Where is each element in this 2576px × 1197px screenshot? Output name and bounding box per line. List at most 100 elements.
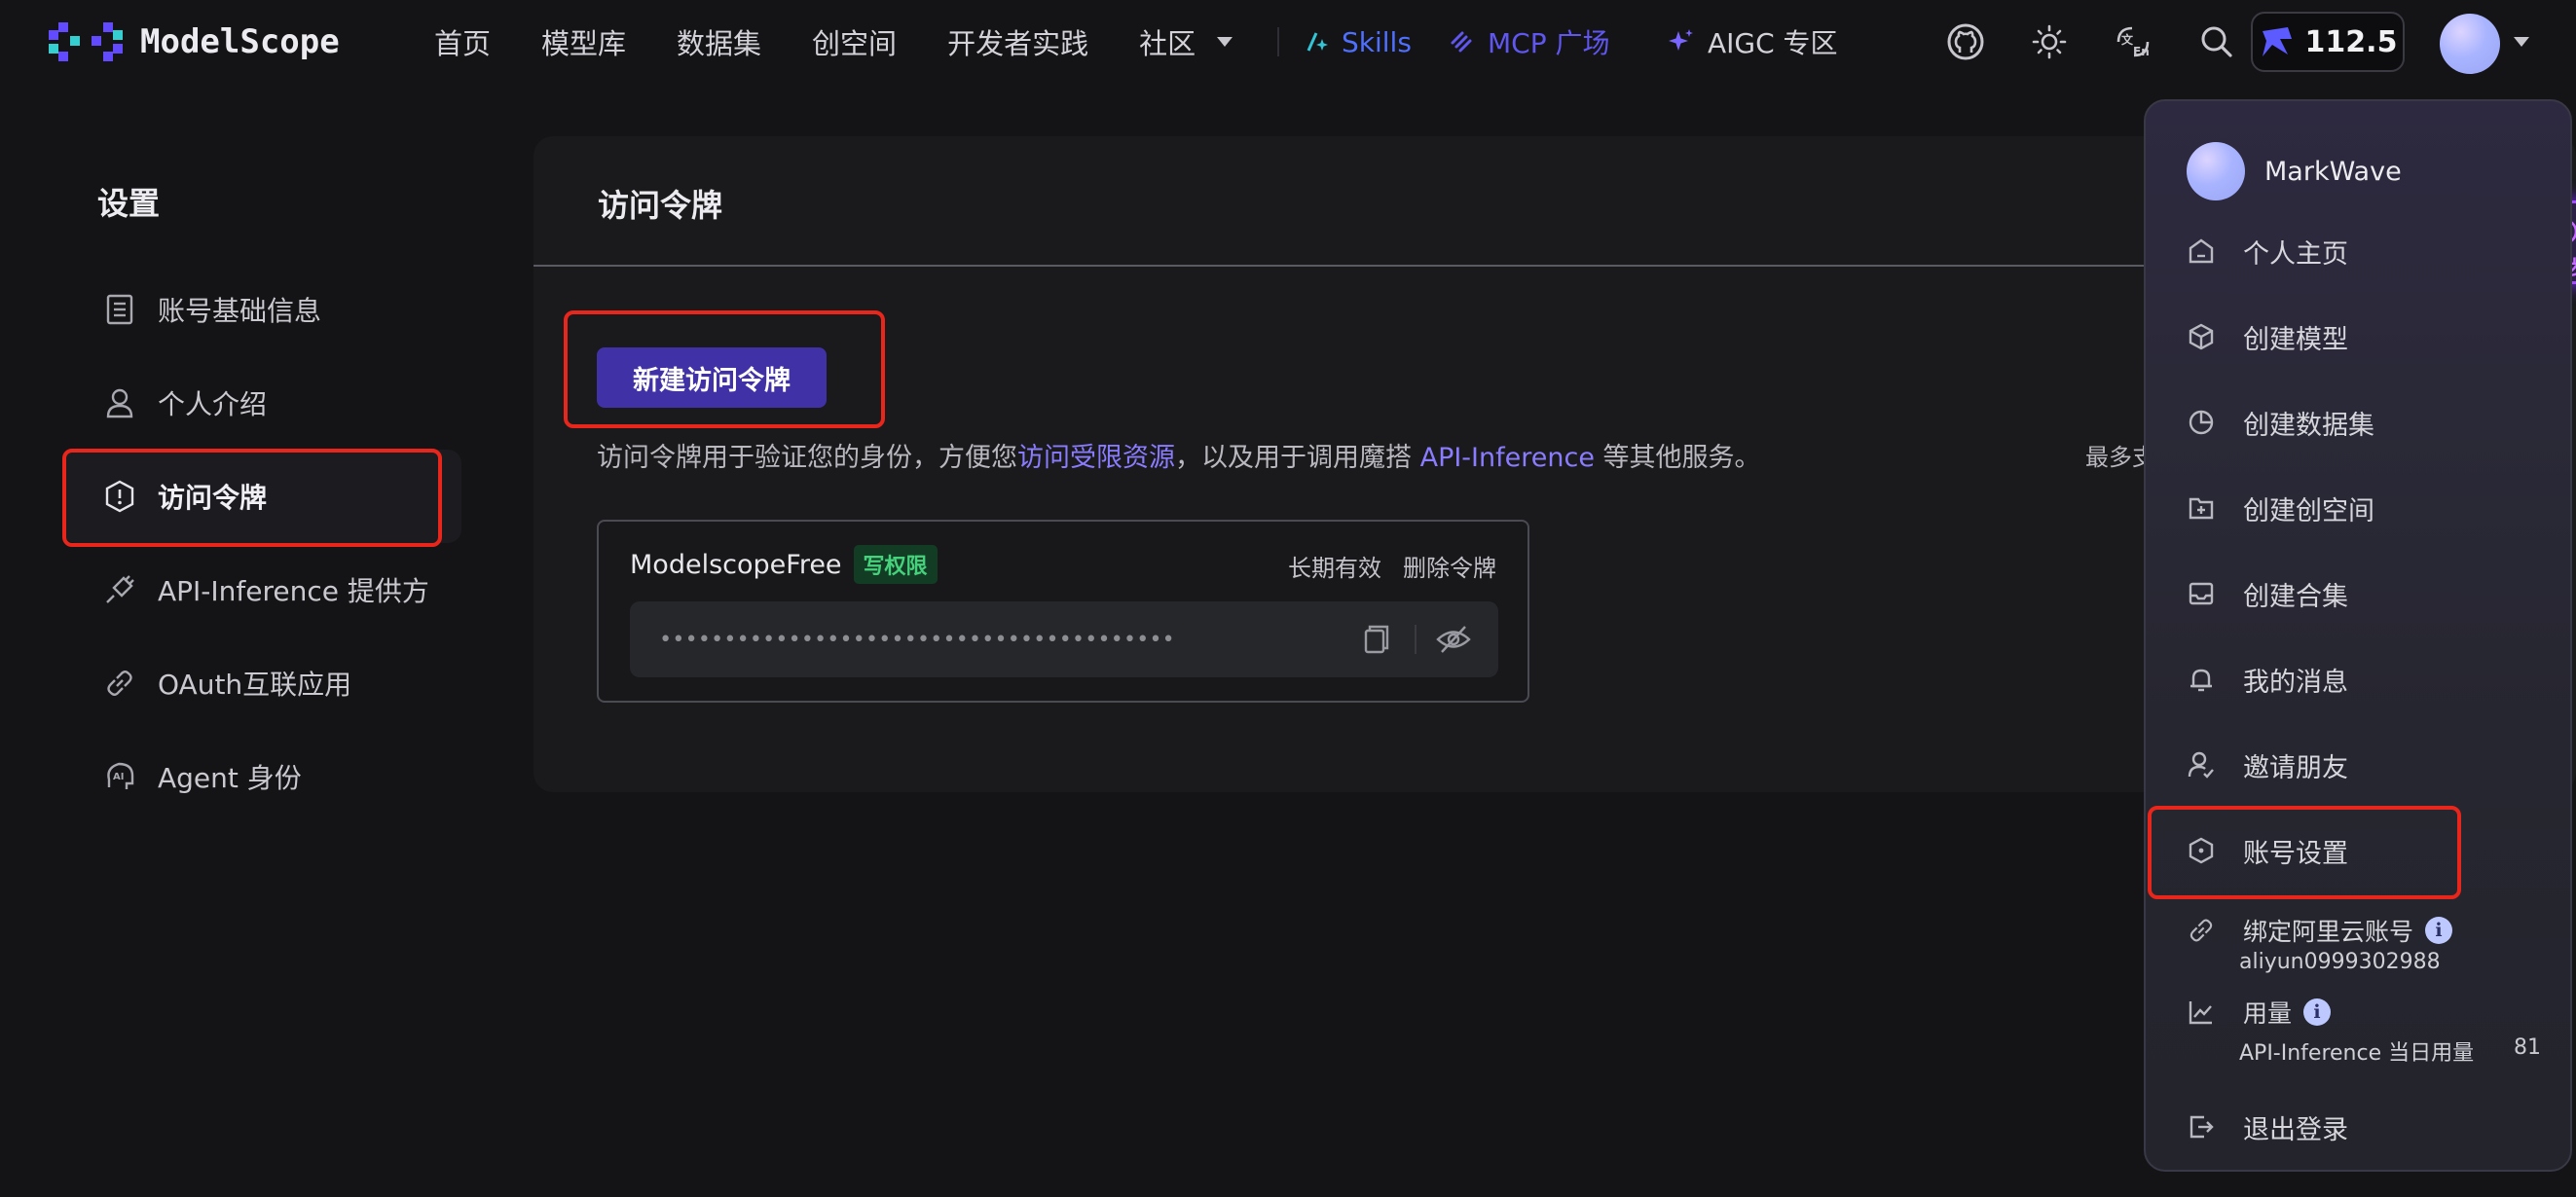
copy-icon[interactable]	[1356, 621, 1393, 658]
nav-skills-label: Skills	[1342, 25, 1412, 58]
nav-models[interactable]: 模型库	[541, 21, 626, 62]
nav-aigc[interactable]: AIGC 专区	[1667, 0, 1838, 84]
restricted-resources-link[interactable]: 访问受限资源	[1017, 443, 1175, 473]
aliyun-account-id: aliyun0999302988	[2239, 950, 2441, 974]
delete-token-button[interactable]: 删除令牌	[1403, 549, 1496, 583]
api-inference-link[interactable]: API-Inference	[1420, 443, 1595, 473]
nav-icon-group: 文 En	[1945, 19, 2237, 64]
user-icon	[103, 386, 136, 419]
menu-item-label: 创建创空间	[2243, 495, 2374, 526]
menu-item-invite-friends[interactable]: 邀请朋友	[2185, 736, 2348, 794]
cube-icon	[2185, 320, 2218, 353]
user-avatar[interactable]	[2440, 14, 2500, 74]
skills-icon	[1306, 32, 1328, 52]
nav-aigc-label: AIGC 专区	[1708, 27, 1838, 59]
dropdown-username: MarkWave	[2264, 156, 2402, 187]
ai-agent-icon: AI	[103, 760, 136, 793]
credit-icon	[2262, 27, 2292, 56]
sidebar-item-api-inference-provider[interactable]: API-Inference 提供方	[62, 543, 461, 636]
highlight-new-token-button	[564, 310, 885, 428]
nav-datasets[interactable]: 数据集	[677, 21, 761, 62]
menu-item-create-studio[interactable]: 创建创空间	[2185, 479, 2374, 537]
menu-item-label: 创建数据集	[2243, 410, 2374, 441]
desc-prefix: 访问令牌用于验证您的身份，方便您	[597, 443, 1017, 473]
sidebar-item-account-info[interactable]: 账号基础信息	[62, 263, 461, 356]
menu-item-create-collection[interactable]: 创建合集	[2185, 564, 2348, 623]
nav-community[interactable]: 社区	[1139, 21, 1233, 62]
menu-item-label: 邀请朋友	[2243, 752, 2348, 783]
highlight-access-token-sidebar	[62, 449, 442, 547]
menu-item-create-model[interactable]: 创建模型	[2185, 308, 2348, 366]
token-description: 访问令牌用于验证您的身份，方便您访问受限资源，以及用于调用魔搭 API-Infe…	[597, 436, 1761, 474]
token-card: ModelscopeFree 写权限 长期有效 删除令牌 •••••••••••…	[597, 520, 1529, 703]
sidebar-item-label: Agent 身份	[158, 762, 302, 794]
token-value-field[interactable]: ••••••••••••••••••••••••••••••••••••••••	[630, 601, 1498, 677]
token-validity: 长期有效	[1288, 555, 1381, 582]
home-icon	[2185, 235, 2218, 268]
menu-item-create-dataset[interactable]: 创建数据集	[2185, 393, 2374, 452]
menu-item-usage[interactable]: 用量 i	[2185, 983, 2332, 1041]
write-permission-badge: 写权限	[853, 545, 938, 584]
sidebar-item-label: API-Inference 提供方	[158, 575, 429, 607]
nav-developer-practice[interactable]: 开发者实践	[947, 21, 1088, 62]
user-dropdown-menu: MarkWave 个人主页 创建模型 创建数据集 创建创空间 创建合集 我的消息…	[2144, 99, 2572, 1172]
nav-skills[interactable]: Skills	[1305, 0, 1412, 84]
nav-community-label: 社区	[1139, 27, 1196, 60]
logo[interactable]: ModelScope	[49, 19, 340, 64]
token-name: ModelscopeFree	[630, 549, 842, 580]
logo-text: ModelScope	[140, 22, 340, 61]
menu-item-label: 退出登录	[2243, 1114, 2348, 1145]
eye-hidden-icon[interactable]	[1434, 621, 1473, 658]
usage-sub-label: API-Inference 当日用量	[2239, 1041, 2475, 1066]
avatar-chevron-down-icon[interactable]	[2514, 37, 2529, 47]
menu-item-messages[interactable]: 我的消息	[2185, 650, 2348, 708]
sidebar-item-profile[interactable]: 个人介绍	[62, 356, 461, 450]
sidebar-item-label: OAuth互联应用	[158, 669, 352, 701]
svg-text:AI: AI	[113, 772, 124, 782]
dropdown-user-row[interactable]: MarkWave	[2187, 142, 2402, 200]
nav-divider	[1277, 27, 1279, 56]
sparkle-icon	[1669, 29, 1693, 51]
nav-mcp-label: MCP 广场	[1488, 27, 1610, 59]
menu-item-label: 创建模型	[2243, 324, 2348, 355]
credit-value: 112.5	[2304, 24, 2398, 59]
menu-item-label: 我的消息	[2243, 667, 2348, 698]
dropdown-avatar	[2187, 142, 2245, 200]
bell-icon	[2185, 663, 2218, 696]
svg-text:En: En	[2133, 45, 2150, 58]
info-icon[interactable]: i	[2303, 998, 2332, 1026]
modelscope-logo-icon	[49, 22, 123, 61]
menu-item-label: 个人主页	[2243, 238, 2348, 270]
settings-title: 设置	[97, 185, 161, 222]
menu-item-label: 用量	[2243, 999, 2293, 1028]
nav-studios[interactable]: 创空间	[812, 21, 897, 62]
info-icon[interactable]: i	[2425, 917, 2453, 944]
menu-item-profile-home[interactable]: 个人主页	[2185, 222, 2348, 280]
pie-chart-icon	[2185, 406, 2218, 439]
link-icon	[103, 667, 136, 700]
language-switch-icon[interactable]: 文 En	[2113, 21, 2153, 62]
menu-item-label: 创建合集	[2243, 581, 2348, 612]
token-actions-divider	[1415, 625, 1417, 654]
github-icon[interactable]	[1945, 21, 1986, 62]
credit-balance[interactable]: 112.5	[2251, 12, 2405, 72]
usage-chart-icon	[2185, 996, 2218, 1029]
nav-mcp[interactable]: MCP 广场	[1447, 0, 1610, 84]
usage-value: 81	[2514, 1035, 2541, 1060]
main-nav: 首页 模型库 数据集 创空间 开发者实践 社区	[434, 0, 1233, 84]
top-navbar: ModelScope 首页 模型库 数据集 创空间 开发者实践 社区 Skill…	[0, 0, 2576, 84]
highlight-account-settings	[2148, 806, 2461, 899]
collection-icon	[2185, 577, 2218, 610]
document-icon	[103, 293, 136, 326]
theme-sun-icon[interactable]	[2029, 21, 2070, 62]
sidebar-item-label: 个人介绍	[158, 388, 268, 420]
sidebar-item-oauth-apps[interactable]: OAuth互联应用	[62, 636, 461, 730]
search-icon[interactable]	[2196, 21, 2237, 62]
desc-middle: ，以及用于调用魔搭	[1175, 443, 1420, 473]
invite-user-icon	[2185, 748, 2218, 781]
sidebar-item-agent-identity[interactable]: AI Agent 身份	[62, 730, 461, 823]
menu-item-logout[interactable]: 退出登录	[2185, 1098, 2348, 1156]
nav-home[interactable]: 首页	[434, 21, 491, 62]
plug-icon	[103, 573, 136, 606]
token-name-row: ModelscopeFree 写权限	[630, 545, 938, 584]
